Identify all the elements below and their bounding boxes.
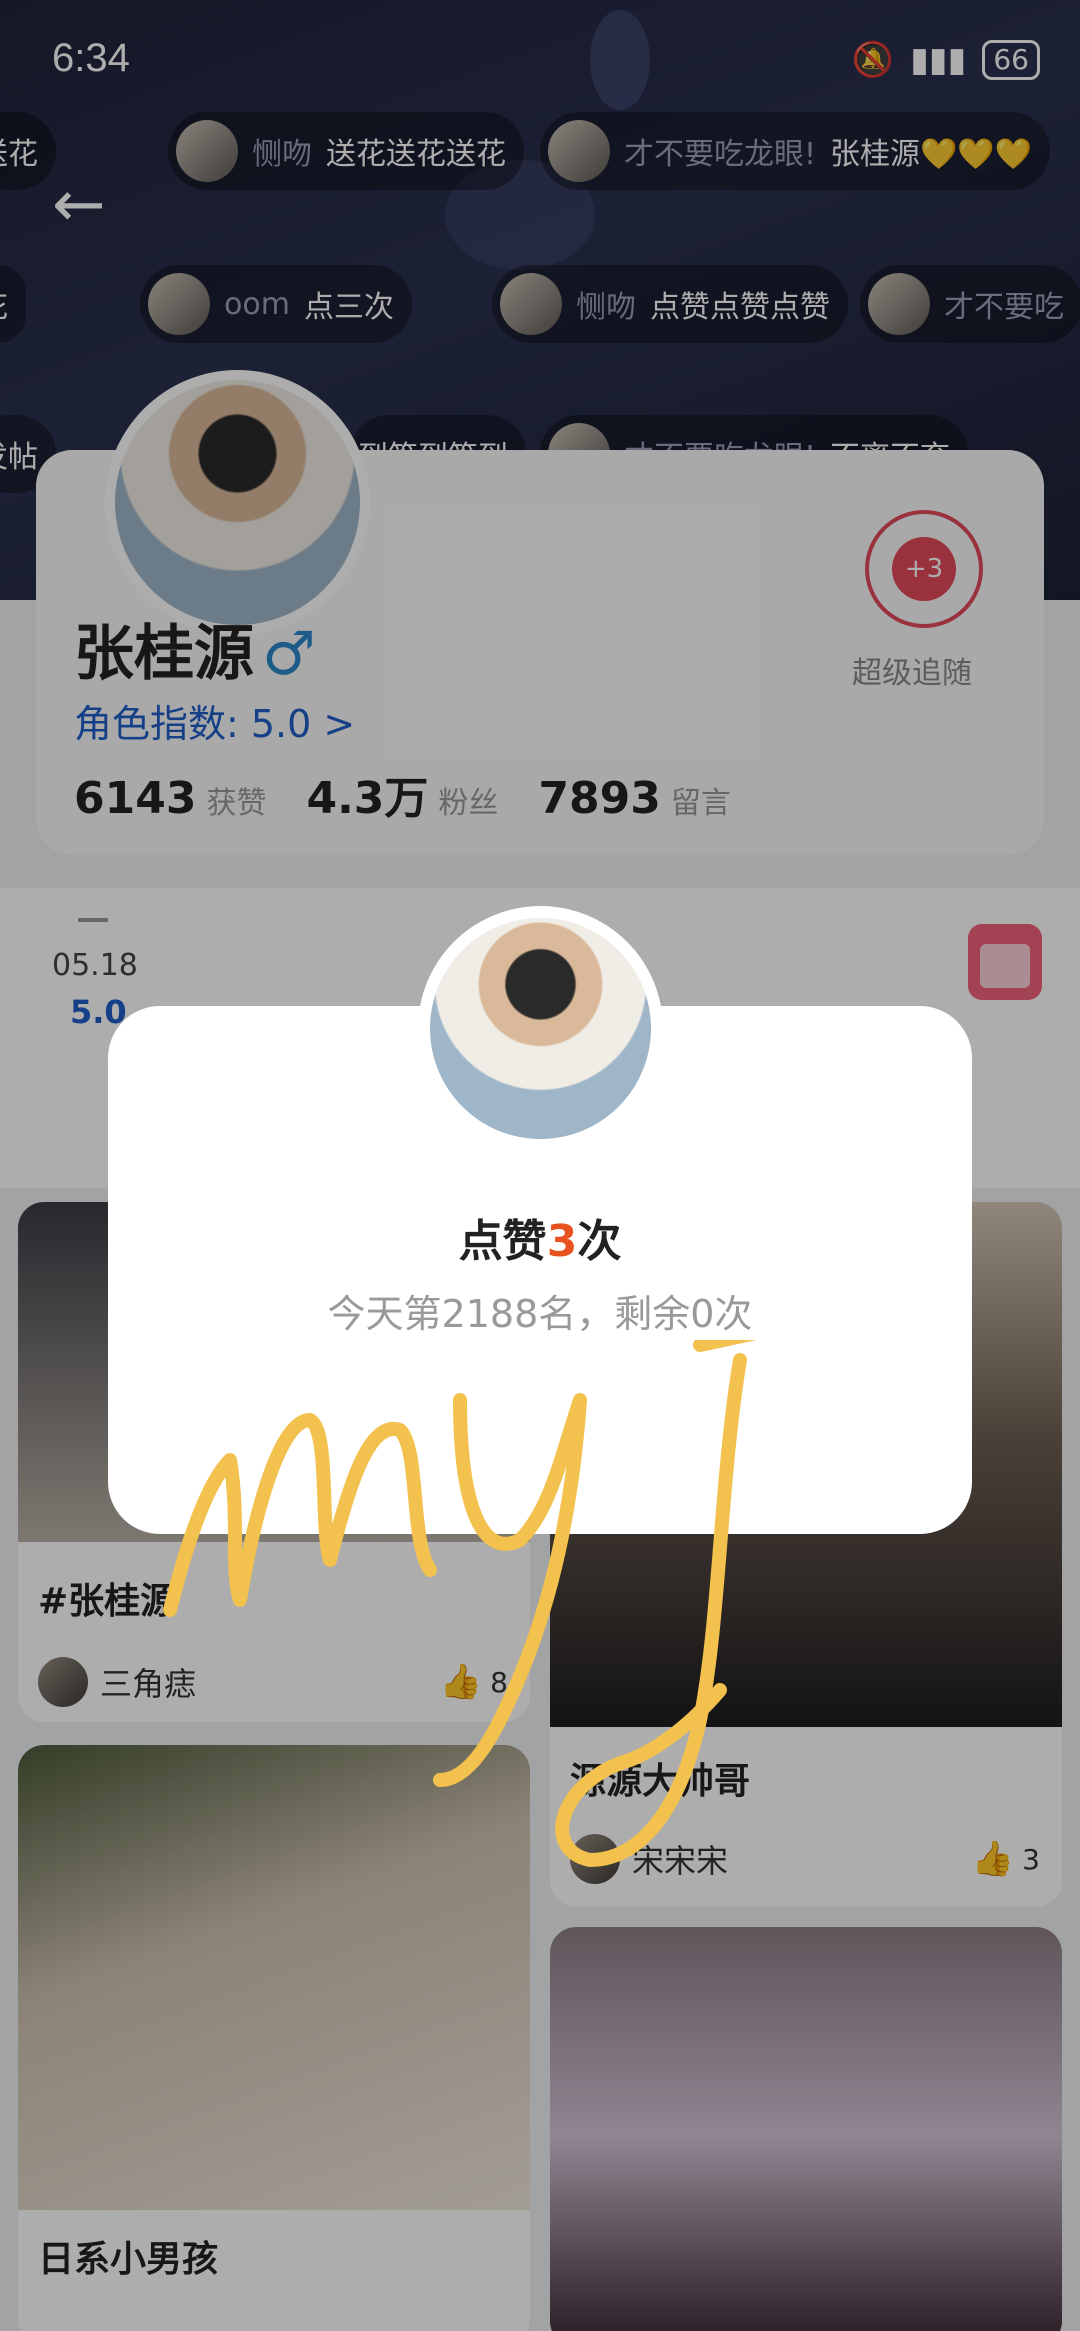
dialog-avatar bbox=[418, 906, 663, 1151]
handwriting-myj bbox=[163, 1340, 757, 1867]
dialog-subtitle: 今天第2188名，剩余0次 bbox=[327, 1292, 753, 1336]
dialog-title: 点赞3次 bbox=[458, 1216, 622, 1267]
